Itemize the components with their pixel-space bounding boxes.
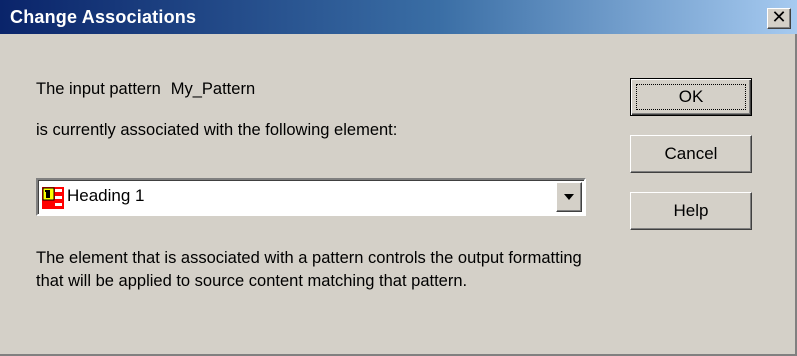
cancel-button[interactable]: Cancel: [630, 135, 752, 173]
input-pattern-prefix: The input pattern: [36, 80, 161, 98]
close-icon: ✕: [771, 7, 787, 28]
ok-button-label: OK: [678, 87, 704, 106]
element-select-dropdown-button[interactable]: [556, 182, 582, 212]
input-pattern-name: My_Pattern: [170, 80, 256, 98]
close-button[interactable]: ✕: [767, 8, 791, 29]
ok-button[interactable]: OK: [630, 78, 752, 116]
description-text: The element that is associated with a pa…: [36, 249, 582, 290]
window-title: Change Associations: [10, 7, 197, 27]
help-button-label: Help: [673, 201, 709, 220]
help-button[interactable]: Help: [630, 192, 752, 230]
input-pattern-label: The input pattern My_Pattern: [36, 80, 255, 99]
change-associations-dialog: Change Associations ✕ The input pattern M…: [0, 0, 797, 356]
association-label: is currently associated with the followi…: [36, 121, 398, 139]
element-select[interactable]: Heading 1: [36, 178, 586, 216]
title-bar[interactable]: Change Associations ✕: [0, 0, 797, 34]
element-select-value: Heading 1: [67, 186, 145, 205]
heading-element-icon: [42, 187, 64, 209]
chevron-down-icon: [564, 194, 574, 200]
cancel-button-label: Cancel: [664, 144, 718, 163]
